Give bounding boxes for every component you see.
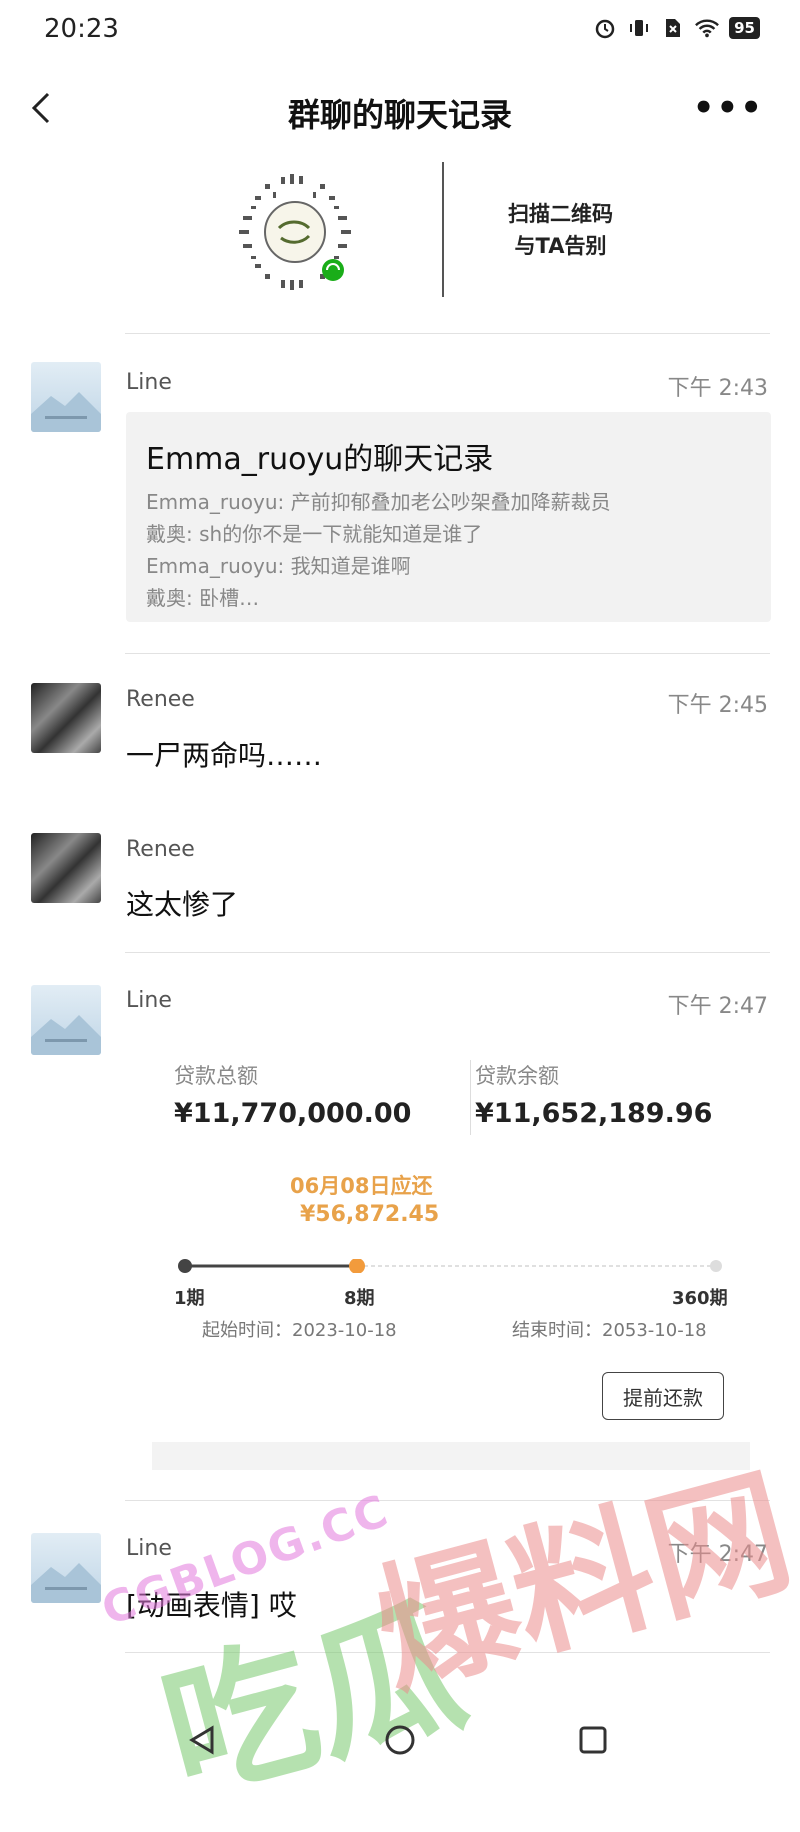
message-text: 这太惨了 — [126, 888, 239, 921]
period-start: 1期 — [174, 1288, 205, 1309]
avatar[interactable] — [31, 833, 101, 903]
repayment-progress — [178, 1258, 723, 1274]
chat-record-line: 戴奥: sh的你不是一下就能知道是谁了 — [146, 522, 483, 546]
period-end: 360期 — [672, 1288, 728, 1309]
chat-record-title: Emma_ruoyu的聊天记录 — [146, 442, 494, 477]
avatar[interactable] — [31, 683, 101, 753]
loan-remain-label: 贷款余额 — [475, 1064, 559, 1088]
prepay-button[interactable]: 提前还款 — [602, 1372, 724, 1420]
recents-square-icon[interactable] — [573, 1720, 613, 1760]
status-time: 20:23 — [44, 14, 119, 44]
message-time: 下午 2:47 — [667, 994, 768, 1019]
chat-record-line: Emma_ruoyu: 我知道是谁啊 — [146, 554, 411, 578]
loan-total-label: 贷款总额 — [174, 1064, 258, 1088]
back-triangle-icon[interactable] — [182, 1720, 222, 1760]
avatar[interactable] — [31, 1533, 101, 1603]
message-time: 下午 2:43 — [667, 376, 768, 401]
qr-divider — [442, 162, 444, 297]
due-date: 06月08日应还 — [290, 1174, 433, 1198]
nav-bar: 群聊的聊天记录 ••• — [0, 70, 800, 150]
qr-caption: 扫描二维码 与TA告别 — [508, 198, 613, 262]
divider — [125, 952, 770, 953]
chat-record-line: Emma_ruoyu: 产前抑郁叠加老公吵架叠加降薪裁员 — [146, 490, 611, 514]
start-time: 起始时间：2023-10-18 — [202, 1320, 397, 1341]
no-sim-icon — [661, 16, 685, 40]
status-bar: 20:23 95 — [0, 0, 800, 60]
sender-name: Line — [126, 370, 172, 395]
divider — [125, 653, 770, 654]
vibrate-icon — [627, 16, 651, 40]
end-time: 结束时间：2053-10-18 — [512, 1320, 707, 1341]
period-current: 8期 — [344, 1288, 375, 1309]
page-title: 群聊的聊天记录 — [287, 96, 512, 134]
status-icons: 95 — [593, 16, 760, 40]
home-circle-icon[interactable] — [380, 1720, 420, 1760]
battery-level: 95 — [729, 17, 760, 39]
due-amount: ¥56,872.45 — [300, 1202, 440, 1227]
sender-name: Renee — [126, 687, 195, 712]
qr-caption-line1: 扫描二维码 — [508, 202, 613, 226]
sender-name: Renee — [126, 837, 195, 862]
wifi-icon — [695, 16, 720, 40]
mini-program-qr-code[interactable] — [235, 172, 355, 292]
more-icon[interactable]: ••• — [693, 88, 764, 128]
alarm-icon — [593, 16, 617, 40]
system-nav-bar — [0, 1700, 800, 1783]
divider — [125, 333, 770, 334]
loan-divider — [470, 1060, 471, 1135]
loan-total-value: ¥11,770,000.00 — [174, 1098, 412, 1129]
avatar[interactable] — [31, 985, 101, 1055]
loan-remain-value: ¥11,652,189.96 — [475, 1098, 713, 1129]
message-text: 一尸两命吗…… — [126, 739, 323, 772]
qr-caption-line2: 与TA告别 — [514, 234, 607, 258]
sender-name: Line — [126, 1536, 172, 1561]
qr-banner: 扫描二维码 与TA告别 — [230, 162, 650, 297]
message-time: 下午 2:45 — [667, 693, 768, 718]
chat-record-line: 戴奥: 卧槽… — [146, 586, 260, 610]
avatar[interactable] — [31, 362, 101, 432]
chat-record-card[interactable]: Emma_ruoyu的聊天记录 Emma_ruoyu: 产前抑郁叠加老公吵架叠加… — [126, 412, 771, 622]
sender-name: Line — [126, 988, 172, 1013]
loan-screenshot[interactable]: 贷款总额 ¥11,770,000.00 贷款余额 ¥11,652,189.96 … — [150, 1050, 750, 1470]
